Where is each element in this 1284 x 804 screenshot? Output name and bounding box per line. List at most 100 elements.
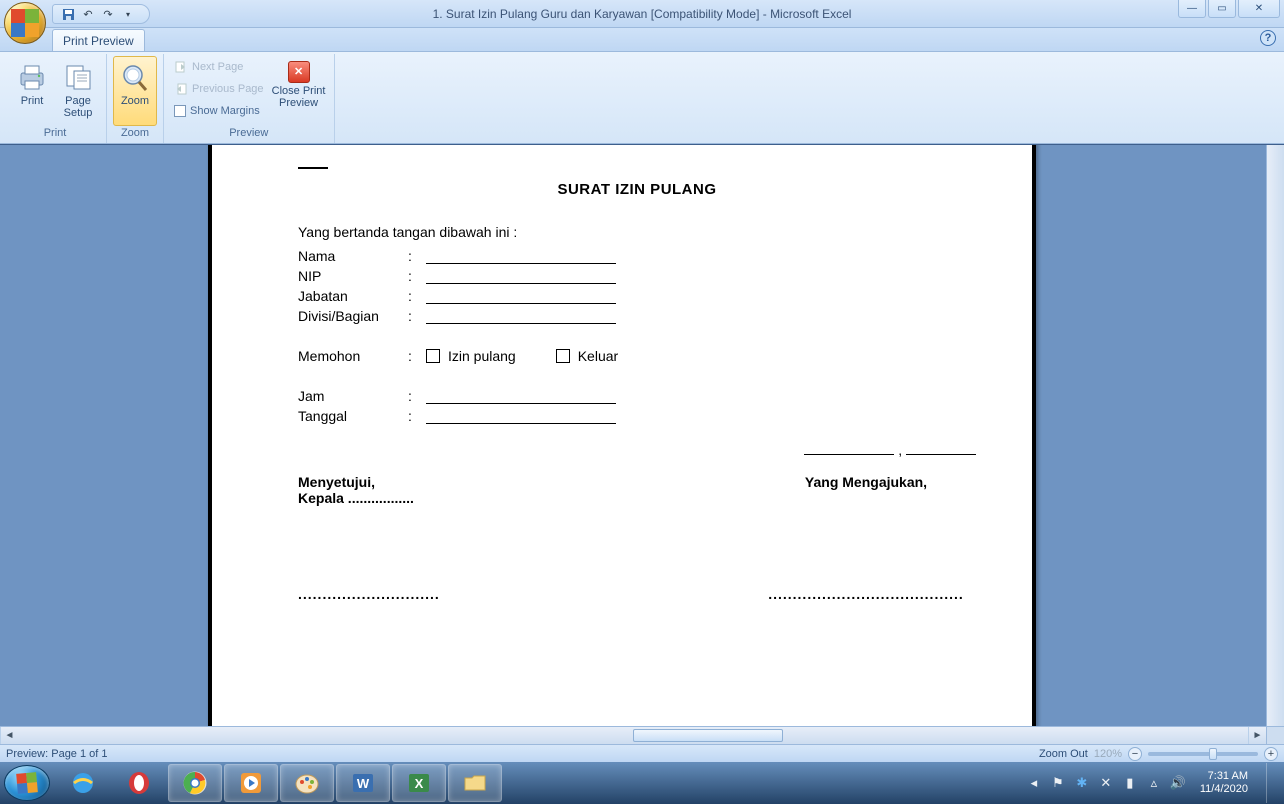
scroll-right-arrow[interactable]: ► <box>1248 727 1266 744</box>
zoom-slider[interactable] <box>1148 752 1258 756</box>
checkbox-izin-pulang <box>426 349 440 363</box>
word-icon: W <box>349 769 377 797</box>
svg-text:W: W <box>357 776 370 791</box>
page-setup-button[interactable]: Page Setup <box>56 56 100 126</box>
taskbar-opera[interactable] <box>112 764 166 802</box>
group-preview-label: Preview <box>170 127 328 143</box>
preview-area: SURAT IZIN PULANG Yang bertanda tangan d… <box>0 144 1284 744</box>
vertical-scrollbar[interactable] <box>1266 145 1284 726</box>
quick-access-toolbar: ↶ ↷ ▾ <box>52 4 150 24</box>
qat-more-icon[interactable]: ▾ <box>121 7 135 21</box>
group-print-label: Print <box>10 127 100 143</box>
start-button[interactable] <box>4 765 50 801</box>
zoom-button[interactable]: Zoom <box>113 56 157 126</box>
show-margins-checkbox[interactable]: Show Margins <box>170 100 268 122</box>
close-preview-label-2: Preview <box>279 97 318 109</box>
printer-icon <box>16 61 48 93</box>
scroll-left-arrow[interactable]: ◄ <box>0 727 18 744</box>
office-logo-icon <box>11 9 39 37</box>
group-zoom: Zoom Zoom <box>107 54 164 143</box>
tray-battery-icon[interactable]: ▮ <box>1122 775 1138 791</box>
save-icon[interactable] <box>61 7 75 21</box>
undo-icon[interactable]: ↶ <box>81 7 95 21</box>
close-preview-button[interactable]: ✕ Close Print Preview <box>270 56 328 126</box>
document-content: SURAT IZIN PULANG Yang bertanda tangan d… <box>298 167 976 602</box>
doc-title: SURAT IZIN PULANG <box>298 181 976 198</box>
folder-icon <box>461 769 489 797</box>
close-preview-label-1: Close Print <box>272 85 326 97</box>
titlebar: ↶ ↷ ▾ 1. Surat Izin Pulang Guru dan Kary… <box>0 0 1284 28</box>
statusbar: Preview: Page 1 of 1 Zoom Out 120% − + <box>0 744 1284 762</box>
sig-left-dots: ............................. <box>298 586 518 602</box>
window-title: 1. Surat Izin Pulang Guru dan Karyawan [… <box>433 7 852 21</box>
sig-menyetujui: Menyetujui, <box>298 474 518 490</box>
page-setup-icon <box>62 61 94 93</box>
print-button[interactable]: Print <box>10 56 54 126</box>
taskbar: W X ◂ ⚑ ✱ ✕ ▮ ▵ 🔊 7:31 AM 11/4/2020 <box>0 762 1284 804</box>
opera-icon <box>125 769 153 797</box>
zoom-percent: 120% <box>1094 748 1122 760</box>
tray-volume-icon[interactable]: 🔊 <box>1170 775 1186 791</box>
tray-network-icon[interactable]: ▵ <box>1146 775 1162 791</box>
minimize-button[interactable]: — <box>1178 0 1206 18</box>
sig-yang: Yang Mengajukan, <box>756 474 976 490</box>
zoom-minus-button[interactable]: − <box>1128 747 1142 761</box>
show-margins-label: Show Margins <box>190 105 260 117</box>
tray-notify-icon[interactable]: ◂ <box>1026 775 1042 791</box>
taskbar-explorer[interactable] <box>448 764 502 802</box>
office-button[interactable] <box>4 2 46 44</box>
excel-icon: X <box>405 769 433 797</box>
taskbar-clock[interactable]: 7:31 AM 11/4/2020 <box>1194 770 1254 795</box>
taskbar-paint[interactable] <box>280 764 334 802</box>
ribbon-tabs: Print Preview <box>0 28 1284 52</box>
next-page-label: Next Page <box>192 61 243 73</box>
paint-icon <box>293 769 321 797</box>
tray-security-icon[interactable]: ⚑ <box>1050 775 1066 791</box>
chrome-icon <box>181 769 209 797</box>
taskbar-ie[interactable] <box>56 764 110 802</box>
previous-page-icon <box>174 82 188 96</box>
zoom-out-label: Zoom Out <box>1039 748 1088 760</box>
redo-icon[interactable]: ↷ <box>101 7 115 21</box>
page-preview: SURAT IZIN PULANG Yang bertanda tangan d… <box>208 145 1036 726</box>
zoom-slider-thumb[interactable] <box>1209 748 1217 760</box>
taskbar-media-player[interactable] <box>224 764 278 802</box>
zoom-plus-button[interactable]: + <box>1264 747 1278 761</box>
taskbar-word[interactable]: W <box>336 764 390 802</box>
field-nama: Nama <box>298 248 408 264</box>
field-divisi: Divisi/Bagian <box>298 308 408 324</box>
ie-icon <box>69 769 97 797</box>
taskbar-excel[interactable]: X <box>392 764 446 802</box>
field-jam: Jam <box>298 388 408 404</box>
doc-intro: Yang bertanda tangan dibawah ini : <box>298 224 976 240</box>
preview-canvas[interactable]: SURAT IZIN PULANG Yang bertanda tangan d… <box>8 145 1266 726</box>
sig-right-dots: ........................................ <box>756 586 976 602</box>
group-zoom-label: Zoom <box>113 127 157 143</box>
tray-bluetooth-icon[interactable]: ✱ <box>1074 775 1090 791</box>
zoom-icon <box>119 61 151 93</box>
clock-date: 11/4/2020 <box>1200 783 1248 796</box>
windows-logo-icon <box>16 772 38 794</box>
field-jabatan: Jabatan <box>298 288 408 304</box>
help-button[interactable]: ? <box>1260 30 1276 46</box>
tab-print-preview[interactable]: Print Preview <box>52 29 145 51</box>
checkbox-icon <box>174 105 186 117</box>
next-page-button: Next Page <box>170 56 268 78</box>
field-nip: NIP <box>298 268 408 284</box>
horizontal-scrollbar[interactable]: ◄ ► <box>0 726 1266 744</box>
page-setup-label: Page Setup <box>57 95 99 119</box>
tray-action-icon[interactable]: ✕ <box>1098 775 1114 791</box>
group-preview: Next Page Previous Page Show Margins ✕ C… <box>164 54 335 143</box>
next-page-icon <box>174 60 188 74</box>
taskbar-chrome[interactable] <box>168 764 222 802</box>
hscroll-thumb[interactable] <box>633 729 783 742</box>
status-page-info: Preview: Page 1 of 1 <box>6 748 108 760</box>
sig-comma: , <box>898 442 902 458</box>
group-print: Print Page Setup Print <box>4 54 107 143</box>
field-memohon: Memohon <box>298 348 408 364</box>
show-desktop-button[interactable] <box>1266 763 1280 803</box>
zoom-label: Zoom <box>121 95 149 107</box>
close-window-button[interactable]: ✕ <box>1238 0 1280 18</box>
field-tanggal: Tanggal <box>298 408 408 424</box>
maximize-button[interactable]: ▭ <box>1208 0 1236 18</box>
